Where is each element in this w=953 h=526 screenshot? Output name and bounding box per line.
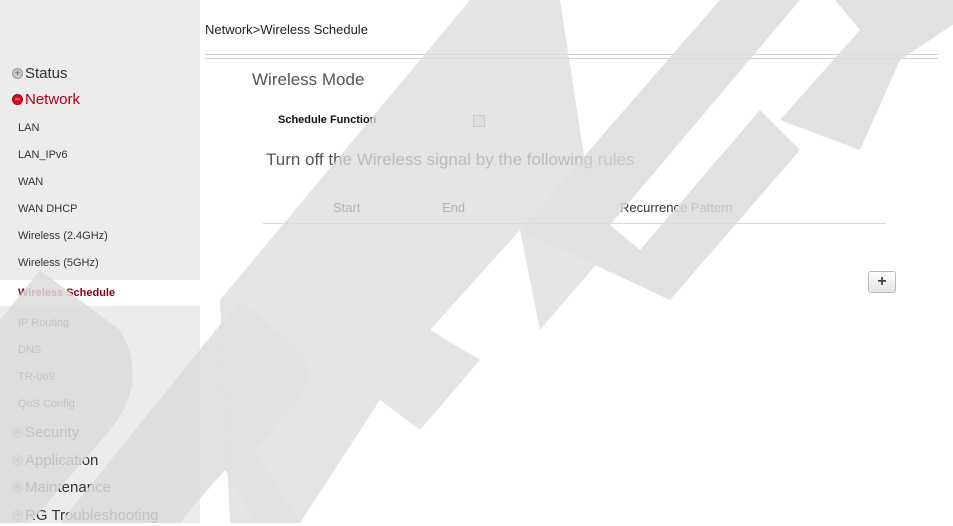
sidebar-section-label: Network — [25, 90, 81, 108]
plus-circle-icon: + — [12, 481, 23, 493]
breadcrumb: Network>Wireless Schedule — [205, 22, 368, 37]
sidebar-section-network[interactable]: − Network — [12, 88, 80, 110]
minus-circle-icon: − — [12, 93, 23, 105]
sidebar-section-application[interactable]: + Application — [12, 449, 98, 471]
sidebar-section-status[interactable]: + Status — [12, 62, 68, 84]
sidebar-item-wireless-5ghz[interactable]: Wireless (5GHz) — [0, 250, 200, 276]
sidebar-item-lan-ipv6[interactable]: LAN_IPv6 — [0, 142, 200, 168]
sidebar-item-qos-config[interactable]: QoS Config — [0, 391, 200, 417]
sidebar-item-dns[interactable]: DNS — [0, 337, 200, 363]
rules-heading: Turn off the Wireless signal by the foll… — [266, 150, 635, 169]
column-header-recurrence-pattern: Recurrence Pattern — [620, 200, 733, 215]
column-header-end: End — [442, 200, 466, 215]
sidebar-item-tr069[interactable]: TR-069 — [0, 364, 200, 390]
sidebar-section-label: Security — [25, 423, 80, 441]
sidebar-section-label: Application — [25, 451, 99, 469]
sidebar-section-label: Maintenance — [25, 478, 111, 496]
plus-circle-icon: + — [12, 426, 23, 438]
sidebar-item-wireless-schedule[interactable]: Wireless Schedule — [0, 280, 200, 306]
plus-circle-icon: + — [12, 509, 23, 521]
schedule-function-label: Schedule Function — [278, 114, 377, 126]
rules-table: Start End Recurrence Pattern — [263, 200, 886, 224]
column-header-start: Start — [333, 200, 361, 215]
add-rule-button[interactable]: + — [868, 271, 896, 293]
breadcrumb-divider — [205, 54, 938, 59]
sidebar: + Status − Network LAN LAN_IPv6 WAN WAN … — [0, 0, 200, 524]
sidebar-section-label: RG Troubleshooting — [25, 506, 159, 524]
sidebar-item-wan[interactable]: WAN — [0, 169, 200, 195]
plus-circle-icon: + — [12, 67, 23, 79]
schedule-function-checkbox[interactable] — [473, 115, 485, 127]
sidebar-item-wireless-24ghz[interactable]: Wireless (2.4GHz) — [0, 223, 200, 249]
plus-circle-icon: + — [12, 454, 23, 466]
sidebar-item-wan-dhcp[interactable]: WAN DHCP — [0, 196, 200, 222]
sidebar-section-maintenance[interactable]: + Maintenance — [12, 476, 111, 498]
sidebar-item-lan[interactable]: LAN — [0, 115, 200, 141]
sidebar-section-label: Status — [25, 64, 68, 82]
sidebar-section-security[interactable]: + Security — [12, 421, 79, 443]
sidebar-item-ip-routing[interactable]: IP Routing — [0, 310, 200, 336]
section-title: Wireless Mode — [252, 70, 365, 89]
